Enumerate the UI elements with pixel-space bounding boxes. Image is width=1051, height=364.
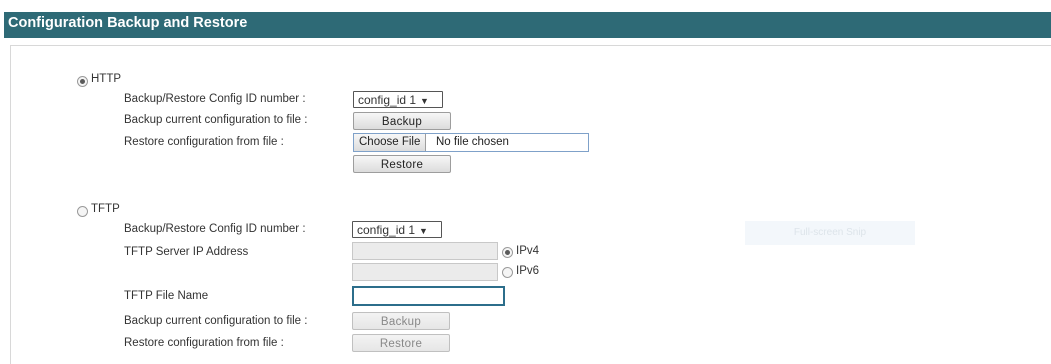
tftp-backup-button[interactable]: Backup bbox=[352, 312, 450, 330]
http-radio[interactable] bbox=[77, 76, 88, 87]
chevron-down-icon: ▼ bbox=[420, 96, 429, 106]
tftp-radio[interactable] bbox=[77, 206, 88, 217]
tftp-server-ip-label: TFTP Server IP Address bbox=[124, 246, 249, 258]
http-restore-label: Restore configuration from file : bbox=[124, 136, 284, 148]
ipv6-label[interactable]: IPv6 bbox=[516, 265, 539, 277]
tftp-config-id-select[interactable]: config_id 1 ▼ bbox=[352, 221, 442, 238]
ipv4-radio[interactable] bbox=[502, 247, 513, 258]
tftp-radio-label[interactable]: TFTP bbox=[91, 203, 120, 215]
chevron-down-icon: ▼ bbox=[419, 226, 428, 236]
tftp-file-name-label: TFTP File Name bbox=[124, 290, 209, 302]
http-radio-label[interactable]: HTTP bbox=[91, 73, 121, 85]
full-screen-snip-overlay[interactable]: Full-screen Snip bbox=[745, 221, 915, 245]
ipv4-label[interactable]: IPv4 bbox=[516, 245, 539, 257]
file-status-text: No file chosen bbox=[436, 136, 509, 148]
http-file-input[interactable]: Choose File No file chosen bbox=[353, 133, 589, 152]
tftp-config-id-label: Backup/Restore Config ID number : bbox=[124, 223, 306, 235]
tftp-file-name-input[interactable] bbox=[352, 286, 505, 306]
http-backup-button[interactable]: Backup bbox=[353, 112, 451, 130]
http-backup-label: Backup current configuration to file : bbox=[124, 114, 308, 126]
tftp-ipv4-input[interactable] bbox=[352, 242, 498, 260]
title-bar: Configuration Backup and Restore bbox=[0, 0, 1051, 38]
page-title: Configuration Backup and Restore bbox=[8, 15, 248, 31]
tftp-config-id-value: config_id 1 bbox=[357, 223, 416, 237]
choose-file-button[interactable]: Choose File bbox=[354, 134, 427, 151]
ipv6-radio[interactable] bbox=[502, 267, 513, 278]
http-restore-button[interactable]: Restore bbox=[353, 155, 451, 173]
tftp-ipv6-input[interactable] bbox=[352, 263, 498, 281]
http-config-id-label: Backup/Restore Config ID number : bbox=[124, 93, 306, 105]
http-config-id-select[interactable]: config_id 1 ▼ bbox=[353, 91, 443, 108]
http-config-id-value: config_id 1 bbox=[358, 93, 417, 107]
tftp-restore-label: Restore configuration from file : bbox=[124, 337, 284, 349]
tftp-backup-label: Backup current configuration to file : bbox=[124, 315, 308, 327]
tftp-restore-button[interactable]: Restore bbox=[352, 334, 450, 352]
